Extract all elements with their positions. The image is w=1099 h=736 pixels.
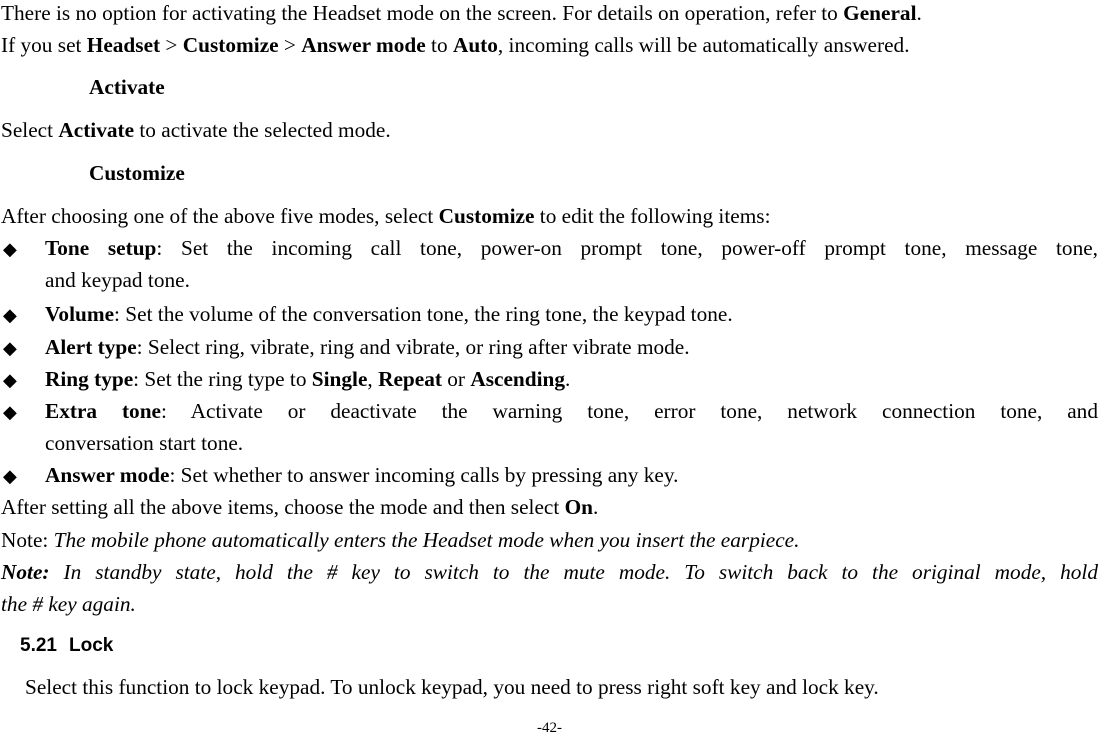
text-fragment: , incoming calls will be automatically a…	[497, 33, 910, 57]
item-line: Alert type: Select ring, vibrate, ring a…	[45, 335, 1098, 359]
note-label: Note:	[1, 528, 54, 552]
customize-keyword: Customize	[182, 33, 279, 57]
text-fragment: to edit the following items:	[534, 204, 771, 228]
item-line: Answer mode: Set whether to answer incom…	[45, 463, 1098, 487]
intro-line-1: There is no option for activating the He…	[1, 1, 922, 25]
section-body: Select this function to lock keypad. To …	[25, 675, 879, 699]
note-2: Note: In standby state, hold the # key t…	[1, 560, 1098, 584]
customize-paragraph: After choosing one of the above five mod…	[1, 204, 771, 228]
note-2-continuation: the # key again.	[1, 592, 136, 616]
item-continuation: and keypad tone.	[45, 268, 190, 292]
item-label: Volume	[45, 302, 115, 326]
separator: >	[278, 33, 302, 57]
note-text: the # key again.	[1, 592, 136, 616]
text-fragment: Select	[1, 118, 59, 142]
item-line: Extra tone: Activate or deactivate the w…	[45, 399, 1098, 423]
item-line: Volume: Set the volume of the conversati…	[45, 302, 1098, 326]
text-fragment: to	[425, 33, 453, 57]
item-text: : Set the volume of the conversation ton…	[114, 302, 733, 326]
activate-heading: Activate	[89, 75, 165, 99]
item-label: Alert type	[45, 335, 137, 359]
customize-heading: Customize	[89, 161, 185, 185]
page-number: -42-	[537, 720, 562, 736]
section-number: 5.21	[20, 635, 57, 656]
ascending-keyword: Ascending	[470, 367, 566, 391]
intro-line-2: If you set Headset > Customize > Answer …	[1, 33, 910, 57]
activate-keyword: Activate	[58, 118, 135, 142]
item-label: Tone setup	[45, 236, 157, 260]
section-heading: 5.21 Lock	[20, 636, 113, 655]
text-fragment: After setting all the above items, choos…	[1, 495, 565, 519]
activate-paragraph: Select Activate to activate the selected…	[1, 118, 391, 142]
diamond-bullet-icon: ◆	[3, 466, 17, 486]
note-1: Note: The mobile phone automatically ent…	[1, 528, 800, 552]
diamond-bullet-icon: ◆	[3, 370, 17, 390]
item-text: : Activate or deactivate the warning ton…	[161, 399, 1098, 423]
section-title: Lock	[68, 635, 114, 656]
intro-end: .	[916, 1, 922, 25]
item-continuation: conversation start tone.	[45, 431, 244, 455]
diamond-bullet-icon: ◆	[3, 338, 17, 358]
item-text: .	[565, 367, 571, 391]
text-fragment: .	[593, 495, 599, 519]
item-label: Extra tone	[45, 399, 161, 423]
single-keyword: Single	[311, 367, 368, 391]
headset-keyword: Headset	[86, 33, 161, 57]
item-text: or	[441, 367, 471, 391]
separator: >	[160, 33, 183, 57]
item-text: ,	[367, 367, 379, 391]
item-label: Ring type	[45, 367, 134, 391]
after-setting-paragraph: After setting all the above items, choos…	[1, 495, 599, 519]
note-text: The mobile phone automatically enters th…	[53, 528, 800, 552]
diamond-bullet-icon: ◆	[3, 402, 17, 422]
item-line: Tone setup: Set the incoming call tone, …	[45, 236, 1099, 260]
diamond-bullet-icon: ◆	[3, 239, 17, 259]
auto-keyword: Auto	[452, 33, 498, 57]
on-keyword: On	[564, 495, 594, 519]
diamond-bullet-icon: ◆	[3, 305, 17, 325]
answer-mode-keyword: Answer mode	[301, 33, 426, 57]
text-fragment: If you set	[1, 33, 87, 57]
note-label: Note:	[1, 560, 50, 584]
text-fragment: After choosing one of the above five mod…	[1, 204, 439, 228]
customize-keyword: Customize	[438, 204, 535, 228]
item-line: Ring type: Set the ring type to Single, …	[45, 367, 1098, 391]
item-text: : Set whether to answer incoming calls b…	[169, 463, 679, 487]
text-fragment: to activate the selected mode.	[134, 118, 391, 142]
item-label: Answer mode	[45, 463, 170, 487]
item-text: : Set the incoming call tone, power-on p…	[156, 236, 1099, 260]
item-text: : Select ring, vibrate, ring and vibrate…	[136, 335, 690, 359]
general-keyword: General	[843, 1, 917, 25]
intro-text: There is no option for activating the He…	[1, 1, 844, 25]
note-text: In standby state, hold the # key to swit…	[49, 560, 1098, 584]
repeat-keyword: Repeat	[378, 367, 442, 391]
item-text: : Set the ring type to	[133, 367, 312, 391]
